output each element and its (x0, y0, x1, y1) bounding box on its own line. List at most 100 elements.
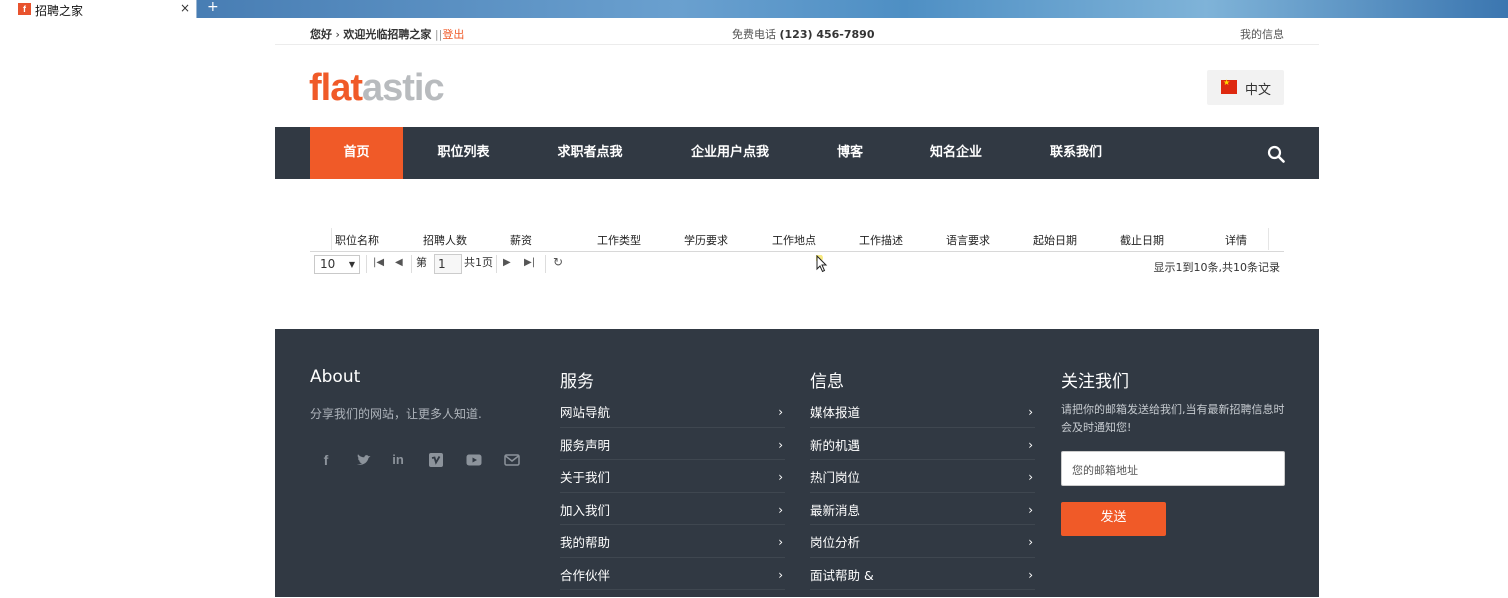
page-size-select[interactable]: 10 ▼ (314, 255, 360, 274)
linkedin-icon[interactable]: in (389, 451, 407, 469)
services-link-label: 网站导航 (560, 405, 611, 420)
phone-number: (123) 456-7890 (779, 28, 875, 41)
refresh-icon[interactable]: ↻ (553, 255, 563, 269)
mail-icon[interactable] (503, 451, 521, 469)
vimeo-icon[interactable] (427, 451, 445, 469)
column-header-details[interactable]: 详情 (1225, 232, 1247, 248)
services-link-nav[interactable]: 网站导航 › (560, 395, 785, 428)
pager-divider (366, 255, 367, 273)
column-divider (1268, 228, 1269, 250)
chevron-right-icon: › (778, 567, 783, 582)
phone-label: 免费电话 (732, 28, 776, 41)
services-link-statement[interactable]: 服务声明 › (560, 428, 785, 460)
nav-item-companies[interactable]: 知名企业 (910, 127, 1002, 179)
pager-divider (545, 255, 546, 273)
twitter-icon[interactable] (355, 451, 373, 469)
services-link-help[interactable]: 我的帮助 › (560, 525, 785, 558)
column-header-language[interactable]: 语言要求 (946, 232, 990, 248)
chevron-right-icon: › (1028, 405, 1033, 419)
column-header-headcount[interactable]: 招聘人数 (423, 232, 467, 248)
browser-tab-title: 招聘之家 (35, 4, 84, 18)
new-tab-button[interactable]: + (207, 0, 219, 15)
page-number-input[interactable]: 1 (434, 254, 462, 274)
mouse-cursor-icon (816, 255, 828, 273)
site-logo[interactable]: flatastic (309, 67, 445, 110)
services-link-label: 服务声明 (560, 437, 611, 453)
nav-item-job-list[interactable]: 职位列表 (415, 127, 512, 179)
column-header-location[interactable]: 工作地点 (772, 232, 816, 248)
pager-divider (496, 255, 497, 273)
logout-link[interactable]: 登出 (442, 28, 464, 41)
info-link-interview-help[interactable]: 面试帮助 & › (810, 558, 1035, 590)
nav-item-home[interactable]: 首页 (310, 127, 403, 179)
nav-item-blog[interactable]: 博客 (815, 127, 885, 179)
greeting: 您好 › 欢迎光临招聘之家 ||登出 (310, 26, 464, 42)
info-link-label: 媒体报道 (810, 405, 861, 420)
about-text: 分享我们的网站，让更多人知道. (310, 407, 482, 421)
language-label: 中文 (1245, 83, 1272, 98)
chevron-right-icon: › (1028, 535, 1033, 549)
welcome-text: 欢迎光临招聘之家 (343, 28, 432, 41)
info-link-label: 岗位分析 (810, 535, 861, 550)
chevron-right-icon: › (1028, 470, 1033, 484)
next-page-icon[interactable]: ▶ (503, 257, 511, 268)
info-list: 媒体报道 › 新的机遇 › 热门岗位 › 最新消息 › 岗位分析 › 面试帮助 & › (810, 395, 1035, 590)
china-flag-icon (1221, 78, 1237, 94)
last-page-icon[interactable]: ▶| (524, 257, 535, 268)
greeting-bullet: › (335, 28, 340, 41)
page-size-value: 10 (320, 257, 336, 271)
chevron-right-icon: › (1028, 567, 1033, 582)
main-nav: 首页 职位列表 求职者点我 企业用户点我 博客 知名企业 联系我们 (275, 127, 1319, 179)
facebook-icon[interactable]: f (317, 451, 335, 469)
info-link-analysis[interactable]: 岗位分析 › (810, 525, 1035, 558)
info-link-label: 面试帮助 & (810, 567, 874, 583)
job-table: 职位名称 招聘人数 薪资 工作类型 学历要求 工作地点 工作描述 语言要求 起始… (275, 179, 1319, 329)
language-selector[interactable]: 中文 (1207, 70, 1284, 105)
column-header-end-date[interactable]: 截止日期 (1120, 232, 1164, 248)
services-link-join[interactable]: 加入我们 › (560, 493, 785, 525)
chevron-right-icon: › (778, 470, 783, 484)
info-link-label: 热门岗位 (810, 470, 861, 485)
email-input[interactable]: 您的邮箱地址 (1061, 451, 1285, 486)
info-link-media[interactable]: 媒体报道 › (810, 395, 1035, 428)
youtube-icon[interactable] (465, 451, 483, 469)
my-info-link[interactable]: 我的信息 (1240, 26, 1284, 42)
chevron-right-icon: › (1028, 502, 1033, 517)
prev-page-icon[interactable]: ◀ (395, 257, 403, 268)
column-header-job-name[interactable]: 职位名称 (335, 232, 379, 248)
services-list: 网站导航 › 服务声明 › 关于我们 › 加入我们 › 我的帮助 › 合作伙伴 › (560, 395, 785, 590)
column-header-job-type[interactable]: 工作类型 (597, 232, 641, 248)
send-button[interactable]: 发送 (1061, 502, 1166, 536)
nav-item-enterprise[interactable]: 企业用户点我 (670, 127, 790, 179)
nav-item-contact[interactable]: 联系我们 (1030, 127, 1122, 179)
column-divider (331, 228, 332, 250)
column-header-education[interactable]: 学历要求 (684, 232, 728, 248)
services-link-label: 加入我们 (560, 502, 611, 518)
phone-info: 免费电话 (123) 456-7890 (732, 26, 875, 42)
browser-tab[interactable]: f 招聘之家 × (0, 0, 197, 18)
search-icon[interactable] (1267, 145, 1285, 163)
tab-close-icon[interactable]: × (180, 1, 190, 15)
info-heading: 信息 (810, 372, 844, 392)
table-pager: 10 ▼ |◀ ◀ 第 1 共1页 ▶ ▶| ↻ 显示1到10条,共10条记录 (310, 252, 1284, 276)
header: flatastic 中文 (275, 45, 1319, 127)
page-total-label: 共1页 (464, 256, 493, 269)
site-favicon-icon: f (18, 3, 31, 15)
info-link-news[interactable]: 最新消息 › (810, 493, 1035, 525)
chevron-right-icon: › (1028, 437, 1033, 452)
page-prefix-label: 第 (416, 256, 427, 269)
nav-item-job-seekers[interactable]: 求职者点我 (535, 127, 645, 179)
chevron-right-icon: › (778, 405, 783, 419)
first-page-icon[interactable]: |◀ (373, 257, 384, 268)
info-link-opportunities[interactable]: 新的机遇 › (810, 428, 1035, 460)
top-bar: 您好 › 欢迎光临招聘之家 ||登出 免费电话 (123) 456-7890 我… (275, 18, 1319, 45)
pager-divider (411, 255, 412, 273)
services-link-partners[interactable]: 合作伙伴 › (560, 558, 785, 590)
column-header-description[interactable]: 工作描述 (859, 232, 903, 248)
services-link-about[interactable]: 关于我们 › (560, 460, 785, 493)
info-link-hot-jobs[interactable]: 热门岗位 › (810, 460, 1035, 493)
column-header-salary[interactable]: 薪资 (510, 232, 532, 248)
follow-text: 请把你的邮箱发送给我们,当有最新招聘信息时会及时通知您! (1061, 403, 1285, 434)
about-heading: About (310, 367, 361, 387)
column-header-start-date[interactable]: 起始日期 (1033, 232, 1077, 248)
